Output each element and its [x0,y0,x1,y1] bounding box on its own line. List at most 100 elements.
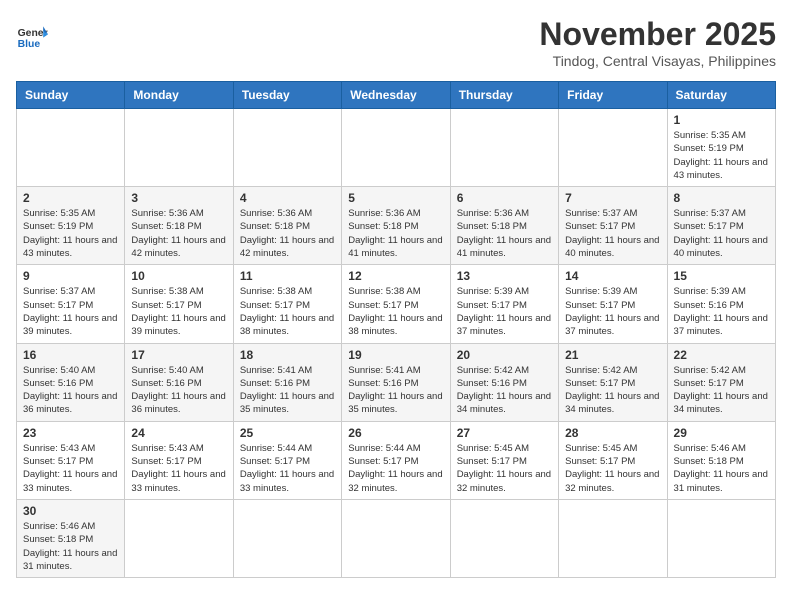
day-info: Sunrise: 5:40 AMSunset: 5:16 PMDaylight:… [23,364,118,417]
day-info: Sunrise: 5:46 AMSunset: 5:18 PMDaylight:… [23,520,118,573]
day-info: Sunrise: 5:42 AMSunset: 5:16 PMDaylight:… [457,364,552,417]
day-number: 21 [565,348,660,362]
table-row [342,499,450,577]
calendar-row: 30Sunrise: 5:46 AMSunset: 5:18 PMDayligh… [17,499,776,577]
table-row: 9 Sunrise: 5:37 AMSunset: 5:17 PMDaylight… [17,265,125,343]
day-number: 12 [348,269,443,283]
day-info: Sunrise: 5:40 AMSunset: 5:16 PMDaylight:… [131,364,226,417]
day-number: 27 [457,426,552,440]
day-number: 15 [674,269,769,283]
header-saturday: Saturday [667,82,775,109]
day-info: Sunrise: 5:36 AMSunset: 5:18 PMDaylight:… [240,207,335,260]
table-row: 25 Sunrise: 5:44 AMSunset: 5:17 PMDayligh… [233,421,341,499]
day-number: 5 [348,191,443,205]
table-row: 2 Sunrise: 5:35 AMSunset: 5:19 PMDaylight… [17,187,125,265]
day-number: 28 [565,426,660,440]
day-number: 9 [23,269,118,283]
day-info: Sunrise: 5:43 AMSunset: 5:17 PMDaylight:… [131,442,226,495]
day-info: Sunrise: 5:37 AMSunset: 5:17 PMDaylight:… [23,285,118,338]
day-number: 18 [240,348,335,362]
day-info: Sunrise: 5:45 AMSunset: 5:17 PMDaylight:… [457,442,552,495]
day-number: 19 [348,348,443,362]
table-row: 22Sunrise: 5:42 AMSunset: 5:17 PMDayligh… [667,343,775,421]
day-info: Sunrise: 5:38 AMSunset: 5:17 PMDaylight:… [348,285,443,338]
table-row: 12 Sunrise: 5:38 AMSunset: 5:17 PMDayligh… [342,265,450,343]
day-info: Sunrise: 5:39 AMSunset: 5:16 PMDaylight:… [674,285,769,338]
logo-icon: General Blue [16,20,48,52]
calendar-row: 1Sunrise: 5:35 AMSunset: 5:19 PMDaylight… [17,109,776,187]
day-number: 10 [131,269,226,283]
table-row: 28 Sunrise: 5:45 AMSunset: 5:17 PMDayligh… [559,421,667,499]
table-row: 8 Sunrise: 5:37 AMSunset: 5:17 PMDaylight… [667,187,775,265]
table-row [233,109,341,187]
table-row: 6 Sunrise: 5:36 AMSunset: 5:18 PMDaylight… [450,187,558,265]
day-info: Sunrise: 5:36 AMSunset: 5:18 PMDaylight:… [348,207,443,260]
calendar-table: Sunday Monday Tuesday Wednesday Thursday… [16,81,776,578]
day-info: Sunrise: 5:37 AMSunset: 5:17 PMDaylight:… [565,207,660,260]
table-row: 23Sunrise: 5:43 AMSunset: 5:17 PMDayligh… [17,421,125,499]
day-number: 22 [674,348,769,362]
day-number: 1 [674,113,769,127]
calendar-row: 2 Sunrise: 5:35 AMSunset: 5:19 PMDaylight… [17,187,776,265]
day-number: 29 [674,426,769,440]
day-info: Sunrise: 5:38 AMSunset: 5:17 PMDaylight:… [240,285,335,338]
table-row: 19Sunrise: 5:41 AMSunset: 5:16 PMDayligh… [342,343,450,421]
location-subtitle: Tindog, Central Visayas, Philippines [539,53,776,69]
table-row: 20 Sunrise: 5:42 AMSunset: 5:16 PMDayligh… [450,343,558,421]
table-row: 29Sunrise: 5:46 AMSunset: 5:18 PMDayligh… [667,421,775,499]
month-title: November 2025 [539,16,776,53]
table-row [342,109,450,187]
table-row: 11 Sunrise: 5:38 AMSunset: 5:17 PMDayligh… [233,265,341,343]
header-sunday: Sunday [17,82,125,109]
table-row: 1Sunrise: 5:35 AMSunset: 5:19 PMDaylight… [667,109,775,187]
page-header: General Blue November 2025 Tindog, Centr… [16,16,776,69]
calendar-row: 9 Sunrise: 5:37 AMSunset: 5:17 PMDaylight… [17,265,776,343]
day-info: Sunrise: 5:44 AMSunset: 5:17 PMDaylight:… [348,442,443,495]
table-row [125,109,233,187]
day-number: 11 [240,269,335,283]
day-number: 8 [674,191,769,205]
day-info: Sunrise: 5:36 AMSunset: 5:18 PMDaylight:… [131,207,226,260]
day-number: 16 [23,348,118,362]
calendar-row: 16 Sunrise: 5:40 AMSunset: 5:16 PMDayligh… [17,343,776,421]
table-row [125,499,233,577]
day-number: 20 [457,348,552,362]
day-info: Sunrise: 5:37 AMSunset: 5:17 PMDaylight:… [674,207,769,260]
table-row: 24 Sunrise: 5:43 AMSunset: 5:17 PMDayligh… [125,421,233,499]
day-info: Sunrise: 5:39 AMSunset: 5:17 PMDaylight:… [457,285,552,338]
table-row: 15 Sunrise: 5:39 AMSunset: 5:16 PMDayligh… [667,265,775,343]
day-info: Sunrise: 5:36 AMSunset: 5:18 PMDaylight:… [457,207,552,260]
day-number: 25 [240,426,335,440]
table-row [559,109,667,187]
table-row: 30Sunrise: 5:46 AMSunset: 5:18 PMDayligh… [17,499,125,577]
day-number: 3 [131,191,226,205]
table-row: 13Sunrise: 5:39 AMSunset: 5:17 PMDayligh… [450,265,558,343]
table-row [450,109,558,187]
table-row: 14Sunrise: 5:39 AMSunset: 5:17 PMDayligh… [559,265,667,343]
header-friday: Friday [559,82,667,109]
table-row: 26 Sunrise: 5:44 AMSunset: 5:17 PMDayligh… [342,421,450,499]
day-number: 24 [131,426,226,440]
table-row: 16 Sunrise: 5:40 AMSunset: 5:16 PMDayligh… [17,343,125,421]
day-info: Sunrise: 5:35 AMSunset: 5:19 PMDaylight:… [23,207,118,260]
day-number: 26 [348,426,443,440]
table-row: 7Sunrise: 5:37 AMSunset: 5:17 PMDaylight… [559,187,667,265]
table-row [450,499,558,577]
table-row [233,499,341,577]
day-info: Sunrise: 5:38 AMSunset: 5:17 PMDaylight:… [131,285,226,338]
day-info: Sunrise: 5:44 AMSunset: 5:17 PMDaylight:… [240,442,335,495]
day-info: Sunrise: 5:45 AMSunset: 5:17 PMDaylight:… [565,442,660,495]
day-number: 17 [131,348,226,362]
table-row [559,499,667,577]
svg-text:Blue: Blue [18,39,41,50]
day-number: 2 [23,191,118,205]
table-row: 10 Sunrise: 5:38 AMSunset: 5:17 PMDayligh… [125,265,233,343]
table-row: 5 Sunrise: 5:36 AMSunset: 5:18 PMDaylight… [342,187,450,265]
table-row: 27 Sunrise: 5:45 AMSunset: 5:17 PMDayligh… [450,421,558,499]
day-number: 4 [240,191,335,205]
day-info: Sunrise: 5:43 AMSunset: 5:17 PMDaylight:… [23,442,118,495]
day-number: 6 [457,191,552,205]
title-section: November 2025 Tindog, Central Visayas, P… [539,16,776,69]
day-info: Sunrise: 5:39 AMSunset: 5:17 PMDaylight:… [565,285,660,338]
header-monday: Monday [125,82,233,109]
